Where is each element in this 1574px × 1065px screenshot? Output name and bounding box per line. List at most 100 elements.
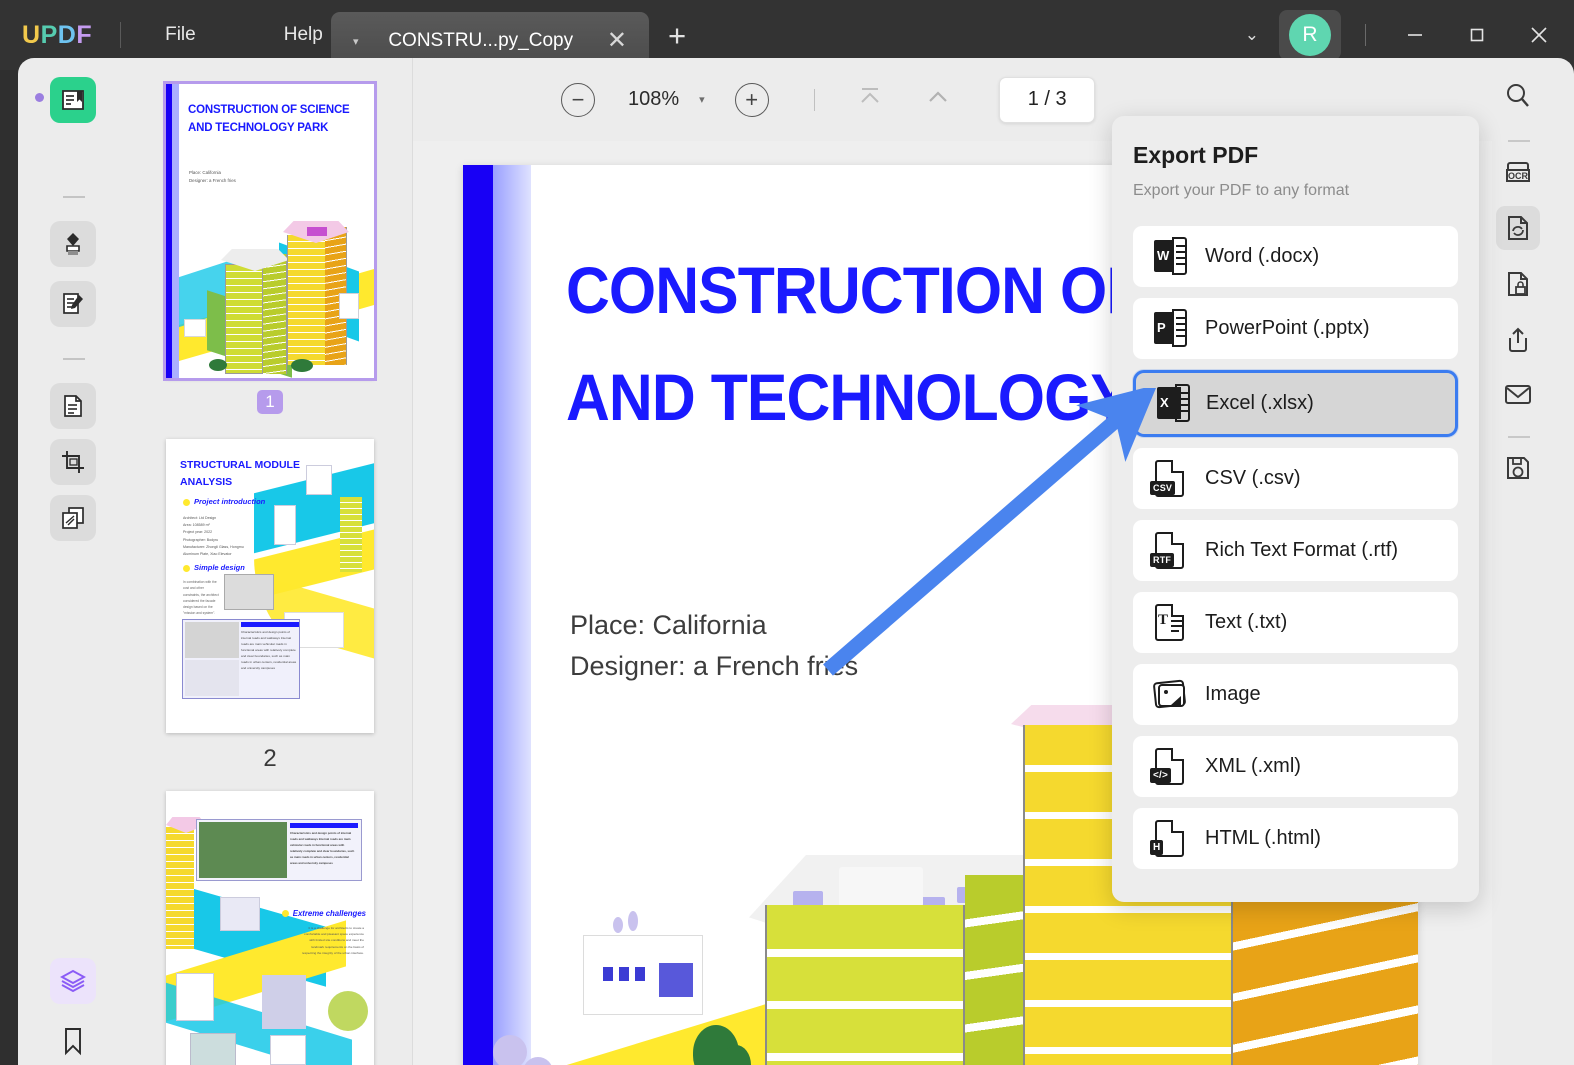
export-option-label: Image [1205,683,1261,706]
layers-icon [59,967,87,995]
ocr-icon: OCR [1502,157,1534,187]
tab-title: CONSTRU...py_Copy [355,30,607,52]
edit-pdf-icon [59,290,87,318]
sidebar-item-comment[interactable] [50,221,96,267]
export-option-label: Word (.docx) [1205,245,1319,268]
zoom-in-icon: + [745,89,758,111]
export-option-label-text: Text (.txt) [1205,611,1287,634]
thumbnail-page-2[interactable]: STRUCTURAL MODULE ANALYSIS Project intro… [166,439,374,733]
export-option-text[interactable]: T Text (.txt) [1133,592,1458,653]
thumbnail-label-1: 1 [166,390,374,414]
thumb1-meta: Place: California Designer: a French fri… [189,169,236,186]
svg-text:OCR: OCR [1508,171,1529,181]
sidebar-item-layers[interactable] [50,958,96,1004]
thumb2-section-1: Project introduction [183,497,265,506]
right-item-convert-pdf[interactable] [1496,206,1540,250]
export-option-label: XML (.xml) [1205,755,1301,778]
export-option-csv[interactable]: CSV CSV (.csv) [1133,448,1458,509]
reader-mode-icon [59,86,87,114]
csv-icon: CSV [1152,459,1188,499]
export-pdf-panel: Export PDF Export your PDF to any format… [1112,116,1479,902]
page-meta: Place: California Designer: a French fri… [570,605,858,686]
logo-letter-f: F [76,21,92,49]
titlebar-divider [120,22,121,48]
right-item-share[interactable] [1496,318,1540,362]
powerpoint-icon: P [1152,309,1188,349]
export-option-html[interactable]: H HTML (.html) [1133,808,1458,869]
search-icon [1503,81,1533,111]
right-item-protect[interactable] [1496,262,1540,306]
zoom-in-button[interactable]: + [735,83,769,117]
first-page-icon [855,84,885,110]
rail-separator-2 [63,358,85,360]
thumb2-meta: Architect: Ltd Design Area: 108589 m² Pr… [183,515,244,558]
bookmark-icon [60,1026,86,1056]
save-icon [1503,453,1533,483]
right-item-ocr[interactable]: OCR [1496,150,1540,194]
menu-file[interactable]: File [147,18,214,52]
updf-logo: UPDF [22,21,92,50]
thumb2-section-2: Simple design [183,563,245,572]
close-icon [1528,24,1550,46]
unsaved-indicator-dot [35,93,44,102]
thumbnail-page-3[interactable]: Characteristics and design points of int… [166,791,374,1065]
export-option-powerpoint[interactable]: P PowerPoint (.pptx) [1133,298,1458,359]
export-option-image[interactable]: Image [1133,664,1458,725]
sidebar-item-page-tools[interactable] [50,383,96,429]
right-rail-separator-1 [1508,140,1530,142]
zoom-dropdown-caret-icon[interactable]: ▾ [699,93,705,106]
thumb3-section: Extreme challenges [282,909,366,918]
logo-letter-p: P [41,21,58,49]
thumbnail-label-2: 2 [166,745,374,773]
export-option-word[interactable]: W Word (.docx) [1133,226,1458,287]
page-indicator-value: 1 / 3 [1028,88,1067,111]
previous-page-icon [923,84,953,110]
first-page-button[interactable] [855,84,885,115]
export-option-label: CSV (.csv) [1205,467,1301,490]
excel-icon: X [1155,384,1191,424]
rtf-icon: RTF [1152,531,1188,571]
thumb1-title: CONSTRUCTION OF SCIENCE AND TECHNOLOGY P… [188,102,350,138]
export-option-label: PowerPoint (.pptx) [1205,317,1370,340]
export-option-xml[interactable]: </> XML (.xml) [1133,736,1458,797]
sidebar-item-edit-pdf[interactable] [50,281,96,327]
thumb2-body: In combination with the cost and other c… [183,579,219,617]
account-button[interactable]: R [1279,10,1341,60]
page-thumbnail-panel[interactable]: CONSTRUCTION OF SCIENCE AND TECHNOLOGY P… [130,58,413,1065]
tab-close-icon[interactable]: ✕ [607,29,627,53]
menu-help[interactable]: Help [266,18,341,52]
tower-green-front [765,905,965,1065]
thumbnail-page-1[interactable]: CONSTRUCTION OF SCIENCE AND TECHNOLOGY P… [166,84,374,378]
sidebar-item-reader[interactable] [50,77,96,123]
right-item-search[interactable] [1496,74,1540,118]
logo-letter-u: U [22,21,41,49]
avatar: R [1289,14,1331,56]
export-panel-subtitle: Export your PDF to any format [1133,182,1349,200]
xml-icon: </> [1152,747,1188,787]
right-item-email[interactable] [1496,372,1540,416]
window-controls-divider [1365,24,1366,46]
sidebar-item-crop[interactable] [50,439,96,485]
crop-page-icon [59,448,87,476]
html-icon: H [1152,819,1188,859]
chevron-down-icon[interactable]: ⌄ [1231,17,1273,53]
export-format-list: W Word (.docx) P PowerPoint (.pptx) X [1133,226,1458,880]
page-indicator-input[interactable]: 1 / 3 [999,77,1095,123]
sidebar-item-bookmark[interactable] [50,1018,96,1064]
highlighter-icon [59,230,87,258]
export-option-excel[interactable]: X Excel (.xlsx) [1133,370,1458,437]
thumb3-callout: Characteristics and design points of int… [290,831,356,867]
export-option-rtf[interactable]: RTF Rich Text Format (.rtf) [1133,520,1458,581]
rail-separator-1 [63,196,85,198]
organize-pages-icon [59,392,87,420]
zoom-level-value[interactable]: 108% [628,88,679,111]
logo-letter-d: D [58,21,77,49]
export-option-label: Rich Text Format (.rtf) [1205,539,1398,562]
export-option-label: HTML (.html) [1205,827,1321,850]
sidebar-item-batch[interactable] [50,495,96,541]
previous-page-button[interactable] [923,84,953,115]
zoom-out-button[interactable]: − [561,83,595,117]
zoom-out-icon: − [572,89,585,111]
right-item-save[interactable] [1496,446,1540,490]
new-tab-button[interactable]: + [668,20,686,51]
